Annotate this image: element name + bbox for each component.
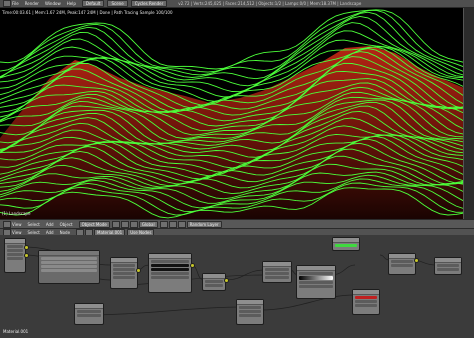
info-header: File Render Window Help Default Scene Cy…: [0, 0, 474, 8]
menu-node[interactable]: Node: [60, 230, 70, 235]
node-socket[interactable]: [224, 278, 229, 283]
node-layer-weight[interactable]: [236, 299, 264, 325]
render-layer-selector[interactable]: Random Layer: [186, 220, 222, 228]
layer-icon[interactable]: [168, 220, 177, 228]
scene-stats: v2.72 | Verts:245,025 | Faces:214,512 | …: [178, 1, 362, 6]
menu-select[interactable]: Select: [28, 230, 40, 235]
render-engine-selector[interactable]: Cycles Render: [130, 0, 168, 7]
node-math[interactable]: [202, 273, 226, 291]
node-editor-header: View Select Add Node Material.001 Use No…: [0, 228, 474, 236]
material-name-label: Material.001: [3, 329, 29, 334]
node-mix-shader[interactable]: [388, 253, 416, 275]
render-stats: Time:00:03.61 | Mem:1.67 24M, Peak:147 2…: [2, 10, 173, 15]
menu-add[interactable]: Add: [46, 222, 54, 227]
node-bump[interactable]: [74, 303, 104, 325]
menu-select[interactable]: Select: [28, 222, 40, 227]
menu-add[interactable]: Add: [46, 230, 54, 235]
node-color-input[interactable]: [332, 237, 360, 251]
node-socket[interactable]: [24, 253, 29, 258]
layout-selector[interactable]: Default: [81, 0, 105, 7]
menu-view[interactable]: View: [12, 222, 22, 227]
node-mapping[interactable]: [110, 257, 138, 289]
menu-file[interactable]: File: [12, 1, 19, 6]
viewport-header: View Select Add Object Object Mode Globa…: [0, 219, 474, 228]
node-socket[interactable]: [414, 258, 419, 263]
node-editor[interactable]: Material.001: [0, 235, 474, 338]
3d-viewport[interactable]: Time:00:03.61 | Mem:1.67 24M, Peak:147 2…: [0, 8, 474, 219]
shading-icon[interactable]: [111, 220, 120, 228]
active-object-label: (1) Landscape: [2, 211, 31, 216]
node-texture-coordinate[interactable]: [4, 238, 26, 273]
layer-icon[interactable]: [159, 220, 168, 228]
node-socket[interactable]: [24, 245, 29, 250]
terrain-render: [0, 9, 465, 219]
orientation-selector[interactable]: Global: [138, 220, 158, 228]
menu-view[interactable]: View: [12, 230, 22, 235]
node-socket[interactable]: [190, 263, 195, 268]
node-wave-texture[interactable]: [262, 261, 292, 283]
menu-window[interactable]: Window: [45, 1, 61, 6]
node-color-ramp[interactable]: [296, 265, 336, 299]
menu-render[interactable]: Render: [25, 1, 39, 6]
editor-type-icon[interactable]: [3, 220, 11, 228]
mode-selector[interactable]: Object Mode: [78, 220, 110, 228]
node-settings-panel[interactable]: [38, 250, 100, 284]
menu-help[interactable]: Help: [67, 1, 76, 6]
pivot-icon[interactable]: [120, 220, 129, 228]
scene-selector[interactable]: Scene: [107, 0, 128, 7]
editor-type-icon[interactable]: [3, 0, 11, 7]
manipulator-icon[interactable]: [129, 220, 138, 228]
node-socket[interactable]: [136, 268, 141, 273]
viewport-side-panel[interactable]: [463, 8, 474, 219]
node-color-mix[interactable]: [352, 289, 380, 315]
node-material-output[interactable]: [434, 257, 462, 275]
menu-object[interactable]: Object: [60, 222, 73, 227]
node-noise-texture[interactable]: [148, 253, 192, 293]
layer-icon[interactable]: [177, 220, 186, 228]
